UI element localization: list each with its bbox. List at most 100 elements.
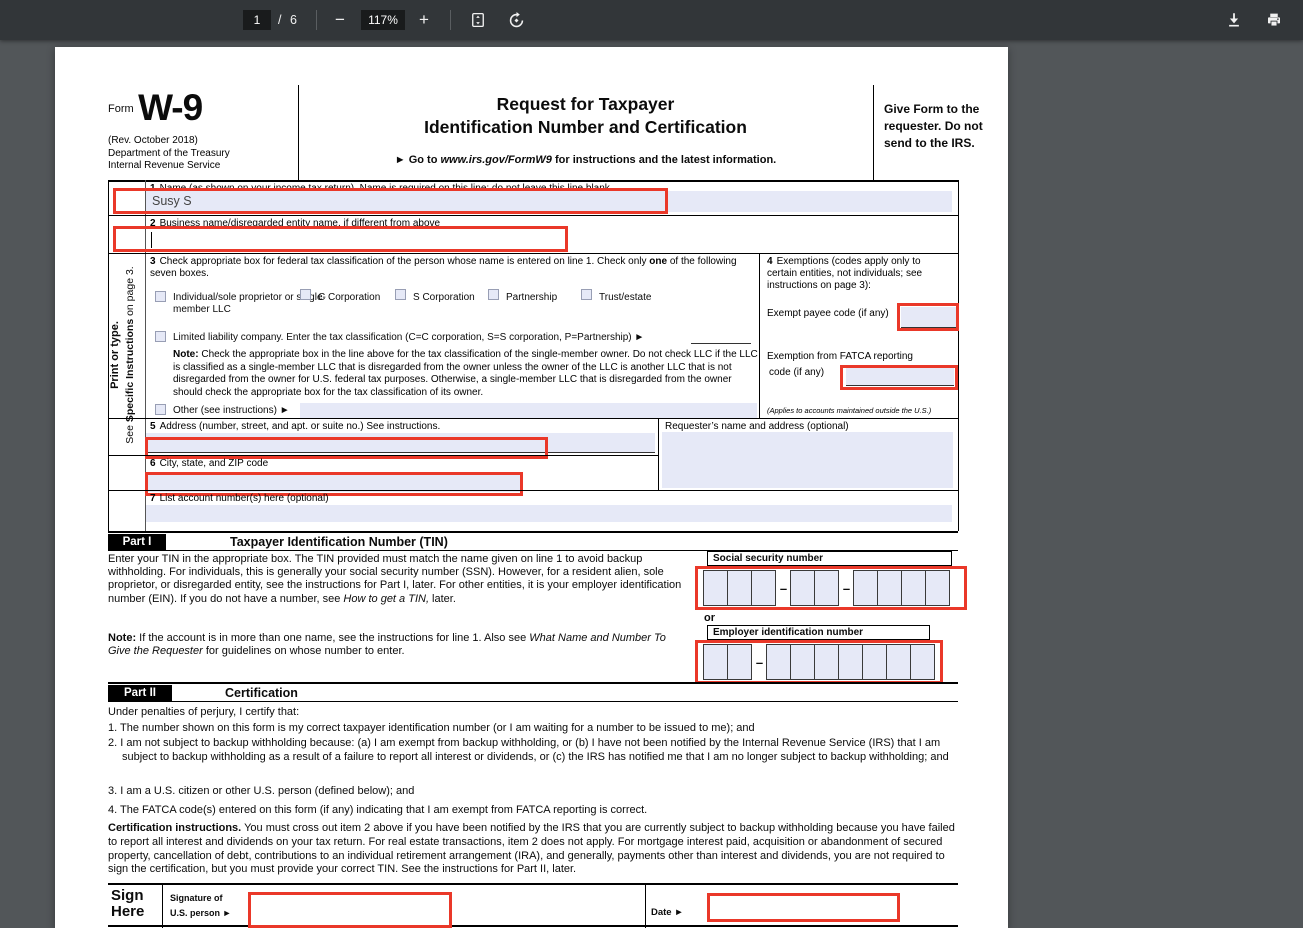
part1-badge: Part I (108, 534, 166, 551)
part2-heading: Certification (225, 686, 298, 700)
ein-label-box: Employer identification number (707, 625, 930, 640)
highlight-box-name (113, 188, 668, 214)
signature-field[interactable] (248, 892, 452, 928)
part1-paragraph: Enter your TIN in the appropriate box. T… (108, 553, 682, 605)
here-word: Here (111, 903, 145, 920)
page-number-input[interactable]: 1 (243, 10, 271, 30)
col-divider (759, 253, 760, 418)
ein-field-group[interactable]: – (695, 640, 943, 684)
sign-top-rule (108, 883, 958, 885)
row-rule (108, 215, 958, 216)
cert-item-3: 3. I am a U.S. citizen or other U.S. per… (108, 785, 415, 797)
zoom-level-input[interactable]: 117% (361, 10, 405, 30)
ssn-cell[interactable] (790, 570, 815, 606)
cert-item-2: 2. I am not subject to backup withholdin… (108, 737, 949, 763)
part1-heading: Taxpayer Identification Number (TIN) (230, 535, 448, 549)
download-button[interactable] (1222, 8, 1246, 32)
rotate-icon (507, 11, 526, 30)
print-icon (1265, 11, 1283, 29)
ein-cell[interactable] (814, 644, 839, 680)
signature-label-2: U.S. person ► (170, 908, 232, 918)
ssn-cell[interactable] (901, 570, 926, 606)
ein-cell[interactable] (766, 644, 791, 680)
page-separator: / (278, 13, 282, 27)
fatca-label-1: Exemption from FATCA reporting (767, 351, 913, 362)
requester-input[interactable] (662, 432, 953, 488)
pdf-page: Form W-9 (Rev. October 2018) Department … (55, 47, 1008, 928)
form-word: Form (108, 103, 134, 115)
cert-item-4: 4. The FATCA code(s) entered on this for… (108, 804, 648, 816)
row-rule (108, 455, 658, 456)
download-icon (1225, 11, 1243, 29)
cert-item-1: 1. The number shown on this form is my c… (108, 722, 755, 734)
ein-cell[interactable] (862, 644, 887, 680)
rotate-button[interactable] (504, 8, 528, 32)
ein-cell[interactable] (790, 644, 815, 680)
checkbox-individual[interactable] (155, 291, 166, 302)
toolbar-divider (316, 10, 317, 30)
ssn-cell[interactable] (853, 570, 878, 606)
sign-bottom-rule (108, 925, 958, 927)
give-form-note: Give Form to the requester. Do not send … (884, 102, 983, 150)
checkbox-llc[interactable] (155, 331, 166, 342)
ssn-cell[interactable] (877, 570, 902, 606)
checkbox-s-corporation-label: S Corporation (413, 292, 475, 303)
ssn-cell[interactable] (727, 570, 752, 606)
sign-word: Sign (111, 887, 144, 904)
fatca-label-2: code (if any) (769, 367, 825, 378)
highlight-box-exempt-payee (897, 303, 959, 331)
ssn-cell[interactable] (751, 570, 776, 606)
account-numbers-input[interactable] (146, 505, 952, 522)
ssn-dash: – (779, 580, 788, 596)
line6-label: 6 City, state, and ZIP code (150, 458, 269, 469)
llc-classification-input[interactable] (691, 331, 751, 344)
ein-cell[interactable] (910, 644, 935, 680)
goto-line: ► Go to www.irs.gov/FormW9 for instructi… (394, 154, 777, 166)
form-department: Department of the Treasury (108, 148, 230, 159)
fit-to-page-button[interactable] (466, 8, 490, 32)
page-total: 6 (290, 13, 297, 27)
ein-cell[interactable] (703, 644, 728, 680)
header-divider (873, 85, 874, 180)
ssn-field-group[interactable]: – – (695, 566, 967, 610)
part2-top-rule (108, 682, 958, 684)
highlight-box-fatca (840, 365, 958, 390)
print-button[interactable] (1262, 8, 1286, 32)
row-rule (108, 490, 958, 491)
col-divider (658, 418, 659, 490)
ssn-cells: – – (698, 569, 964, 607)
other-input[interactable] (300, 403, 757, 418)
form-number: W-9 (138, 87, 203, 128)
toolbar-divider (450, 10, 451, 30)
ssn-cell[interactable] (703, 570, 728, 606)
llc-note: Note: Check the appropriate box in the l… (173, 349, 758, 398)
row-rule (108, 418, 958, 419)
form-agency: Internal Revenue Service (108, 160, 221, 171)
ssn-cell[interactable] (925, 570, 950, 606)
form-revision: (Rev. October 2018) (108, 135, 198, 146)
ein-cell[interactable] (838, 644, 863, 680)
zoom-in-button[interactable]: + (412, 8, 436, 32)
irs-url: www.irs.gov/FormW9 (440, 154, 552, 166)
checkbox-trust-estate[interactable] (581, 289, 592, 300)
zoom-out-button[interactable]: − (328, 8, 352, 32)
date-field[interactable] (707, 893, 900, 922)
checkbox-s-corporation[interactable] (395, 289, 406, 300)
checkbox-c-corporation[interactable] (300, 289, 311, 300)
pdf-toolbar: 1 / 6 − 117% + (0, 0, 1303, 40)
ein-cell[interactable] (886, 644, 911, 680)
header-bottom-rule (108, 180, 958, 182)
ssn-label-box: Social security number (707, 551, 952, 566)
part2-intro: Under penalties of perjury, I certify th… (108, 706, 300, 718)
checkbox-trust-estate-label: Trust/estate (599, 292, 652, 303)
applies-note: (Applies to accounts maintained outside … (767, 406, 932, 415)
checkbox-partnership[interactable] (488, 289, 499, 300)
form-title: Request for Taxpayer Identification Numb… (424, 94, 747, 137)
ssn-cell[interactable] (814, 570, 839, 606)
ein-cell[interactable] (727, 644, 752, 680)
signature-label-1: Signature of (170, 893, 223, 903)
checkbox-other[interactable] (155, 404, 166, 415)
highlight-box-business-name (113, 226, 568, 252)
sign-divider (162, 883, 163, 928)
ssn-dash: – (842, 580, 851, 596)
